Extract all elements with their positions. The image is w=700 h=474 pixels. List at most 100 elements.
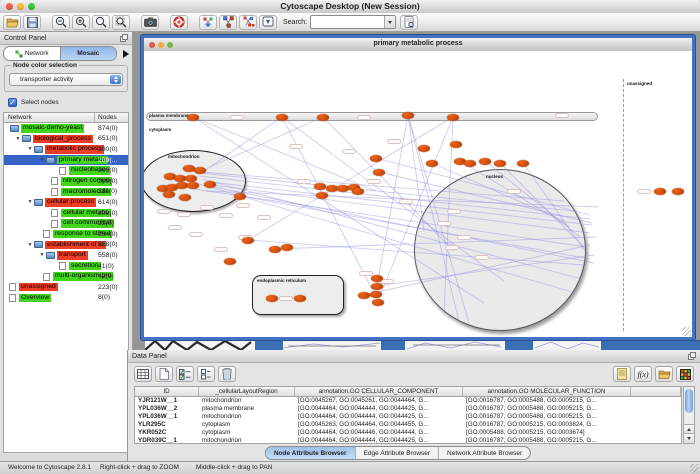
tree-row[interactable]: ▼metabolic process280(0) [4,144,128,155]
table-cell[interactable]: YPL036W__1 [135,413,199,421]
table-row[interactable]: YJR121W__1mitochondrion[GO:0045267, GO:0… [135,397,681,405]
tab-node-attribute-browser[interactable]: Node Attribute Browser [266,447,355,459]
window-resize-grip[interactable] [682,327,691,336]
table-row[interactable]: YKR052Ccytoplasm[GO:0044464, GO:0044446,… [135,429,681,437]
expand-arrow-icon[interactable]: ▼ [14,136,22,142]
network-node[interactable] [316,192,328,199]
title-bar[interactable]: Cytoscape Desktop (New Session) [0,0,700,14]
table-cell[interactable]: mitochondrion [199,397,295,405]
table-cell[interactable]: [GO:0044464, GO:0044446, GO:0044444, G..… [295,429,463,437]
tree-row[interactable]: ▼transport558(0) [4,250,128,261]
table-row[interactable]: YPL036W__1mitochondrion[GO:0044464, GO:0… [135,413,681,421]
tab-edge-attribute-browser[interactable]: Edge Attribute Browser [355,447,438,459]
network-node[interactable] [370,291,382,298]
table-cell[interactable]: YPL036W__2 [135,405,199,413]
table-cell[interactable]: [GO:0045263, GO:0044464, GO:0044455, G..… [295,421,463,429]
new-attribute-icon[interactable] [155,366,173,382]
network-window-titlebar[interactable]: primary metabolic process [144,38,692,52]
network-node[interactable] [358,292,370,299]
tree-node-label[interactable]: biological_process [33,135,93,144]
snapshot-icon[interactable] [141,15,159,30]
network-node[interactable] [281,244,293,251]
annotation-tool-icon[interactable] [259,15,277,30]
more-tabs-arrow[interactable] [123,50,129,58]
table-cell[interactable]: YLR295C [135,421,199,429]
network-node[interactable] [194,167,206,174]
tree-node-label[interactable]: transport [57,251,88,260]
tree-node-label[interactable]: cellular process [45,198,96,207]
zoom-out-icon[interactable] [52,15,70,30]
function-builder-icon[interactable]: f(x) [634,366,652,382]
table-cell[interactable]: [GO:0016787, GO:0005488, GO:0005215, G..… [463,437,631,444]
expand-arrow-icon[interactable]: ▼ [26,199,34,205]
network-node[interactable] [479,158,491,165]
advanced-search-icon[interactable] [400,15,418,30]
network-node[interactable] [266,295,278,302]
zoom-in-icon[interactable] [72,15,90,30]
background-window-fragment[interactable] [283,340,381,350]
attribute-grid-icon[interactable] [134,366,152,382]
table-cell[interactable]: [GO:0005488, GO:0005215, GO:0003674] [463,429,631,437]
tree-row[interactable]: macromolecule311(0) [4,187,128,198]
network-node[interactable] [242,237,254,244]
network-node[interactable] [234,193,246,200]
select-attributes-icon[interactable] [176,366,194,382]
tree-node-label[interactable]: secretion [69,262,101,271]
save-icon[interactable] [23,15,41,30]
tab-network[interactable]: Network [4,47,60,60]
tree-row[interactable]: mosaic-demo-yeast874(0) [4,123,128,134]
table-cell[interactable]: [GO:0016787, GO:0005488, GO:0005215, G..… [463,413,631,421]
notes-icon[interactable] [613,366,631,382]
network-node[interactable] [672,188,684,195]
tree-row[interactable]: cell communicat22(0) [4,218,128,229]
network-node[interactable] [402,112,414,119]
tree-node-label[interactable]: metabolic process [45,145,104,154]
matrix-view-icon[interactable] [676,366,694,382]
table-cell[interactable]: YDR039C__1 [135,437,199,444]
tree-node-label[interactable]: establishment of lo [45,241,106,250]
table-cell[interactable]: YKR052C [135,429,199,437]
node-color-select[interactable]: transporter activity [9,73,123,86]
network-node[interactable] [494,160,506,167]
tree-row[interactable]: secretion41(0) [4,261,128,272]
background-window-fragment[interactable] [405,340,505,350]
search-input[interactable] [310,15,396,29]
table-row[interactable]: YLR295Ccytoplasm[GO:0045263, GO:0044464,… [135,421,681,429]
network-node[interactable] [185,175,197,182]
background-window-fragment[interactable] [505,340,533,350]
tree-row[interactable]: Overview8(0) [4,293,128,304]
scroll-down-button[interactable] [684,433,694,443]
float-panel-icon[interactable] [120,34,128,42]
network-canvas[interactable]: plasma membrane cytoplasm mitochondrion … [144,51,692,337]
background-window-fragment[interactable] [145,340,255,350]
zoom-fit-icon[interactable] [112,15,130,30]
expand-arrow-icon[interactable]: ▼ [38,252,46,258]
network-node[interactable] [418,145,430,152]
tree-row[interactable]: ▼biological_process651(0) [4,134,128,145]
table-cell[interactable]: [GO:0044464, GO:0044444, GO:0044425, G..… [295,413,463,421]
tree-node-label[interactable]: Overview [19,294,51,303]
app-resize-grip[interactable] [690,464,699,473]
network-node[interactable] [317,114,329,121]
table-row[interactable]: YPL036W__2plasma membrane[GO:0044464, GO… [135,405,681,413]
import-attributes-icon[interactable] [655,366,673,382]
table-cell[interactable]: [GO:0016787, GO:0005488, GO:0005215, G..… [463,405,631,413]
network-node[interactable] [371,275,383,282]
select-nodes-checkbox[interactable]: ✓ [8,98,17,107]
network-node[interactable] [371,283,383,290]
network-node[interactable] [372,299,384,306]
background-window-fragment[interactable] [381,340,405,350]
network-node[interactable] [179,194,191,201]
tree-row[interactable]: multi-organism pro42(0) [4,271,128,282]
background-window-fragment[interactable] [601,340,700,350]
tree-row[interactable]: nucleobase-209(0) [4,165,128,176]
float-panel-icon[interactable] [688,352,696,360]
search-dropdown-button[interactable] [384,16,395,28]
expand-arrow-icon[interactable]: ▼ [38,157,46,163]
background-window-fragment[interactable] [255,340,283,350]
network-node[interactable] [447,114,459,121]
tree-row[interactable]: ▼establishment of lo558(0) [4,240,128,251]
network-node[interactable] [654,188,666,195]
table-cell[interactable]: [GO:0044464, GO:0044444, GO:0044425, G..… [295,437,463,444]
network-node[interactable] [224,258,236,265]
